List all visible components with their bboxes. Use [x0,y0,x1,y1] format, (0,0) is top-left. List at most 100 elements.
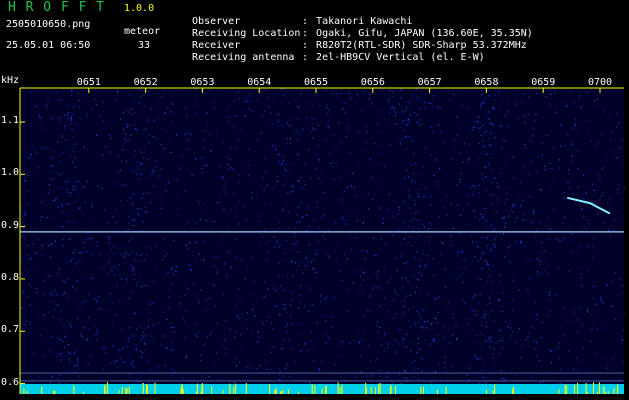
noise-speck [438,364,440,366]
noise-speck [414,181,417,183]
noise-speck [356,131,358,133]
noise-speck [486,245,488,247]
noise-speck [418,322,420,324]
noise-speck [279,313,281,315]
noise-speck [210,331,212,333]
noise-speck [462,251,464,254]
noise-speck [384,297,386,299]
noise-speck [391,107,393,109]
noise-speck [302,128,304,130]
noise-speck [194,223,197,225]
noise-speck [214,363,216,365]
noise-speck [388,193,390,196]
noise-speck [520,240,522,242]
noise-speck [489,345,491,347]
noise-speck [357,131,360,133]
noise-speck [67,351,69,354]
noise-speck [556,294,558,296]
noise-speck [85,300,87,302]
noise-speck [61,353,63,355]
noise-speck [457,204,459,206]
noise-speck [472,194,474,196]
noise-speck [108,242,110,244]
noise-speck [67,344,69,346]
noise-speck [339,140,341,142]
spectrogram-svg [19,87,625,395]
noise-speck [479,278,481,280]
noise-speck [547,218,549,220]
noise-speck [185,357,187,359]
noise-speck [507,326,509,328]
noise-speck [61,206,63,208]
noise-speck [374,254,376,257]
noise-speck [126,124,128,126]
noise-speck [323,214,325,216]
noise-speck [135,112,137,114]
noise-speck [116,181,118,184]
noise-speck [143,259,145,262]
noise-speck [153,120,155,122]
noise-speck [123,111,125,114]
noise-speck [392,234,394,236]
noise-speck [276,305,278,307]
noise-speck [77,92,80,94]
noise-speck [96,301,98,303]
noise-speck [411,163,413,165]
noise-speck [578,267,580,269]
noise-speck [224,320,227,322]
noise-speck [422,309,424,311]
noise-speck [584,266,586,268]
noise-speck [415,324,417,326]
noise-speck [87,316,89,318]
noise-speck [252,294,254,296]
noise-speck [553,148,555,150]
noise-speck [403,305,405,307]
noise-speck [143,152,145,154]
noise-speck [327,119,329,121]
noise-speck [62,173,64,175]
noise-speck [148,313,150,315]
noise-speck [248,108,251,110]
noise-speck [435,159,437,161]
noise-speck [505,321,507,323]
noise-speck [386,376,388,378]
noise-speck [587,246,589,248]
noise-speck [110,137,112,139]
noise-speck [261,320,263,323]
noise-speck [599,178,601,180]
noise-speck [407,261,409,263]
noise-speck [30,257,32,259]
noise-speck [491,182,493,184]
noise-speck [298,180,300,182]
noise-speck [400,382,402,385]
noise-speck [237,314,239,316]
noise-speck [155,265,157,267]
noise-speck [291,293,293,295]
baseline-spike [341,384,343,394]
noise-speck [115,210,117,212]
noise-speck [591,257,593,259]
noise-speck [479,357,481,359]
noise-speck [415,88,417,90]
baseline-spike [605,391,607,394]
noise-speck [486,225,488,227]
noise-speck [183,294,185,297]
noise-speck [574,119,576,121]
noise-speck [394,108,396,110]
noise-speck [281,343,283,345]
noise-speck [298,307,300,309]
noise-speck [596,98,598,101]
noise-speck [373,285,375,287]
noise-speck [304,183,306,185]
noise-speck [404,109,407,111]
noise-speck [555,111,557,113]
noise-speck [116,284,118,286]
noise-speck [360,371,362,373]
noise-speck [494,246,497,248]
noise-speck [459,232,461,234]
noise-speck [294,362,296,364]
noise-speck [415,99,417,102]
noise-speck [226,108,229,110]
noise-speck [286,180,289,182]
noise-speck [476,335,478,337]
